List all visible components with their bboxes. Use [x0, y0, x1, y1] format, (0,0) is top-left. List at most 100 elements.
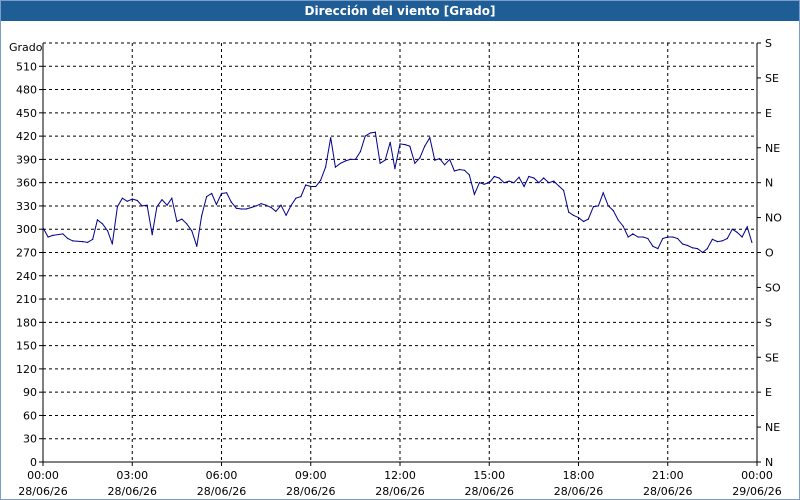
data-point	[260, 203, 262, 205]
x-tick-time-label: 09:00	[295, 469, 327, 482]
data-point	[285, 214, 287, 216]
data-point	[572, 214, 575, 216]
data-point	[107, 230, 109, 232]
data-point	[290, 205, 292, 207]
chart-title: Dirección del viento [Grado]	[1, 1, 799, 21]
data-point	[662, 237, 664, 240]
data-point	[399, 143, 401, 145]
data-point	[543, 177, 545, 179]
data-point	[409, 145, 411, 147]
data-point	[171, 197, 173, 199]
data-point	[612, 210, 614, 212]
compass-label: E	[765, 107, 772, 120]
data-point	[652, 245, 654, 247]
x-tick-date-label: 28/06/26	[197, 485, 246, 498]
data-point	[151, 234, 153, 236]
x-tick-date-label: 28/06/26	[643, 485, 692, 498]
data-point	[255, 205, 257, 207]
chart-window: Dirección del viento [Grado] 0 30 60 90 120 1…	[0, 0, 800, 500]
data-point	[478, 182, 480, 184]
x-tick-time-label: 06:00	[206, 469, 238, 482]
data-point	[696, 248, 699, 250]
y-tick-label: 240	[16, 270, 37, 283]
data-point	[181, 218, 183, 220]
y-tick-label: 150	[16, 340, 37, 353]
data-point	[453, 170, 455, 172]
y-tick-label: 60	[23, 409, 37, 422]
data-point	[156, 206, 158, 208]
y-tick-label: 450	[16, 107, 37, 120]
y-tick-label: 30	[23, 433, 37, 446]
data-point	[364, 135, 366, 137]
data-point	[483, 183, 485, 185]
data-point	[325, 166, 327, 168]
data-point	[473, 193, 475, 195]
data-point	[597, 205, 600, 207]
data-point	[468, 174, 470, 176]
data-point	[384, 159, 386, 161]
data-point	[458, 168, 461, 171]
data-point	[498, 177, 500, 179]
x-tick-time-label: 00:00	[741, 469, 773, 482]
compass-label: N	[765, 177, 773, 190]
data-point	[339, 162, 342, 164]
data-point	[166, 204, 168, 206]
data-point	[220, 192, 223, 195]
data-point	[577, 217, 580, 219]
y-tick-label: 420	[16, 130, 37, 143]
data-point	[444, 164, 446, 166]
data-point	[493, 175, 495, 178]
data-point	[136, 199, 138, 202]
x-tick-date-label: 29/06/26	[732, 485, 781, 498]
compass-label: SO	[765, 281, 781, 294]
data-point	[622, 225, 624, 227]
data-point	[464, 169, 466, 171]
data-point	[131, 198, 133, 200]
data-point	[394, 168, 396, 170]
data-point	[672, 236, 674, 238]
compass-label: SE	[765, 72, 779, 85]
data-point	[141, 205, 143, 207]
y-tick-label: 0	[30, 456, 37, 469]
compass-label: N	[765, 456, 773, 469]
x-tick-time-label: 12:00	[384, 469, 416, 482]
y-tick-label: 330	[16, 200, 37, 213]
compass-label: S	[765, 37, 772, 50]
data-point	[508, 180, 510, 182]
data-point	[87, 241, 89, 243]
data-point	[96, 219, 98, 221]
data-point	[101, 223, 104, 225]
data-point	[206, 196, 208, 198]
data-point	[42, 227, 44, 229]
compass-label: S	[765, 316, 772, 329]
data-point	[488, 182, 490, 184]
data-point	[711, 238, 714, 240]
y-tick-label: 510	[16, 60, 37, 73]
data-point	[215, 203, 217, 205]
data-point	[568, 211, 570, 213]
data-point	[449, 158, 451, 160]
y-tick-label: 360	[16, 177, 37, 190]
compass-label: NE	[765, 421, 780, 434]
data-point	[429, 137, 431, 139]
data-point	[72, 240, 74, 242]
data-point	[627, 236, 629, 238]
data-point	[374, 131, 376, 133]
data-point	[736, 231, 738, 233]
data-point	[47, 236, 49, 238]
x-tick-date-label: 28/06/26	[286, 485, 335, 498]
x-tick-date-label: 28/06/26	[554, 485, 603, 498]
data-point	[121, 197, 123, 199]
data-point	[583, 220, 585, 223]
x-tick-time-label: 03:00	[116, 469, 148, 482]
data-point	[746, 226, 748, 228]
data-point	[414, 162, 416, 164]
y-tick-label: 480	[16, 84, 37, 97]
data-point	[354, 158, 356, 160]
x-tick-time-label: 21:00	[652, 469, 684, 482]
data-point	[389, 141, 391, 143]
data-point	[116, 206, 118, 208]
data-point	[528, 175, 530, 178]
data-point	[741, 236, 743, 238]
data-point	[716, 241, 719, 243]
